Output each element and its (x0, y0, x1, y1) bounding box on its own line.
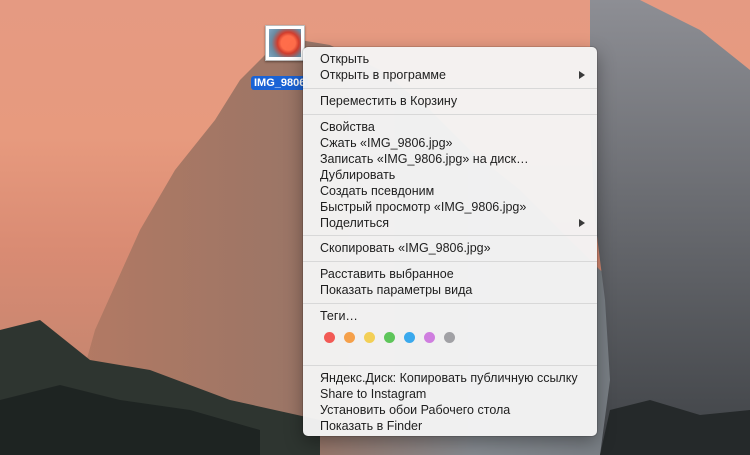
menu-item-reveal-in-finder[interactable]: Показать в Finder (320, 418, 422, 434)
menu-item-move-to-trash[interactable]: Переместить в Корзину (320, 93, 457, 109)
menu-item-burn[interactable]: Записать «IMG_9806.jpg» на диск… (320, 151, 529, 167)
menu-item-open-with[interactable]: Открыть в программе (320, 67, 585, 83)
tag-purple-button[interactable] (424, 332, 435, 343)
menu-item-open-with-label: Открыть в программе (320, 68, 446, 82)
menu-separator (303, 114, 597, 115)
tag-orange-button[interactable] (344, 332, 355, 343)
menu-item-arrange-selected[interactable]: Расставить выбранное (320, 266, 454, 282)
tag-red-button[interactable] (324, 332, 335, 343)
file-icon[interactable] (262, 22, 308, 64)
menu-item-open[interactable]: Открыть (320, 51, 369, 67)
menu-item-share-instagram[interactable]: Share to Instagram (320, 386, 426, 402)
menu-item-duplicate[interactable]: Дублировать (320, 167, 395, 183)
file-name-label[interactable]: IMG_9806 (251, 76, 309, 90)
menu-separator (303, 365, 597, 366)
menu-separator (303, 235, 597, 236)
menu-separator (303, 261, 597, 262)
image-thumbnail (265, 25, 305, 61)
menu-separator (303, 88, 597, 89)
tag-green-button[interactable] (384, 332, 395, 343)
menu-separator (303, 303, 597, 304)
menu-item-make-alias[interactable]: Создать псевдоним (320, 183, 434, 199)
menu-item-compress[interactable]: Сжать «IMG_9806.jpg» (320, 135, 452, 151)
photo-icon (269, 29, 301, 57)
menu-item-share[interactable]: Поделиться (320, 215, 389, 231)
menu-item-tags[interactable]: Теги… (320, 308, 358, 324)
tag-blue-button[interactable] (404, 332, 415, 343)
menu-item-show-view-options[interactable]: Показать параметры вида (320, 282, 472, 298)
tag-yellow-button[interactable] (364, 332, 375, 343)
context-menu: Открыть Открыть в программе Переместить … (303, 47, 597, 436)
tag-gray-button[interactable] (444, 332, 455, 343)
menu-item-get-info[interactable]: Свойства (320, 119, 375, 135)
menu-item-copy[interactable]: Скопировать «IMG_9806.jpg» (320, 240, 491, 256)
submenu-arrow-icon (579, 71, 585, 79)
menu-item-set-desktop-picture[interactable]: Установить обои Рабочего стола (320, 402, 510, 418)
menu-item-quick-look[interactable]: Быстрый просмотр «IMG_9806.jpg» (320, 199, 526, 215)
menu-item-yandex-disk[interactable]: Яндекс.Диск: Копировать публичную ссылку (320, 370, 578, 386)
submenu-arrow-icon (579, 219, 585, 227)
